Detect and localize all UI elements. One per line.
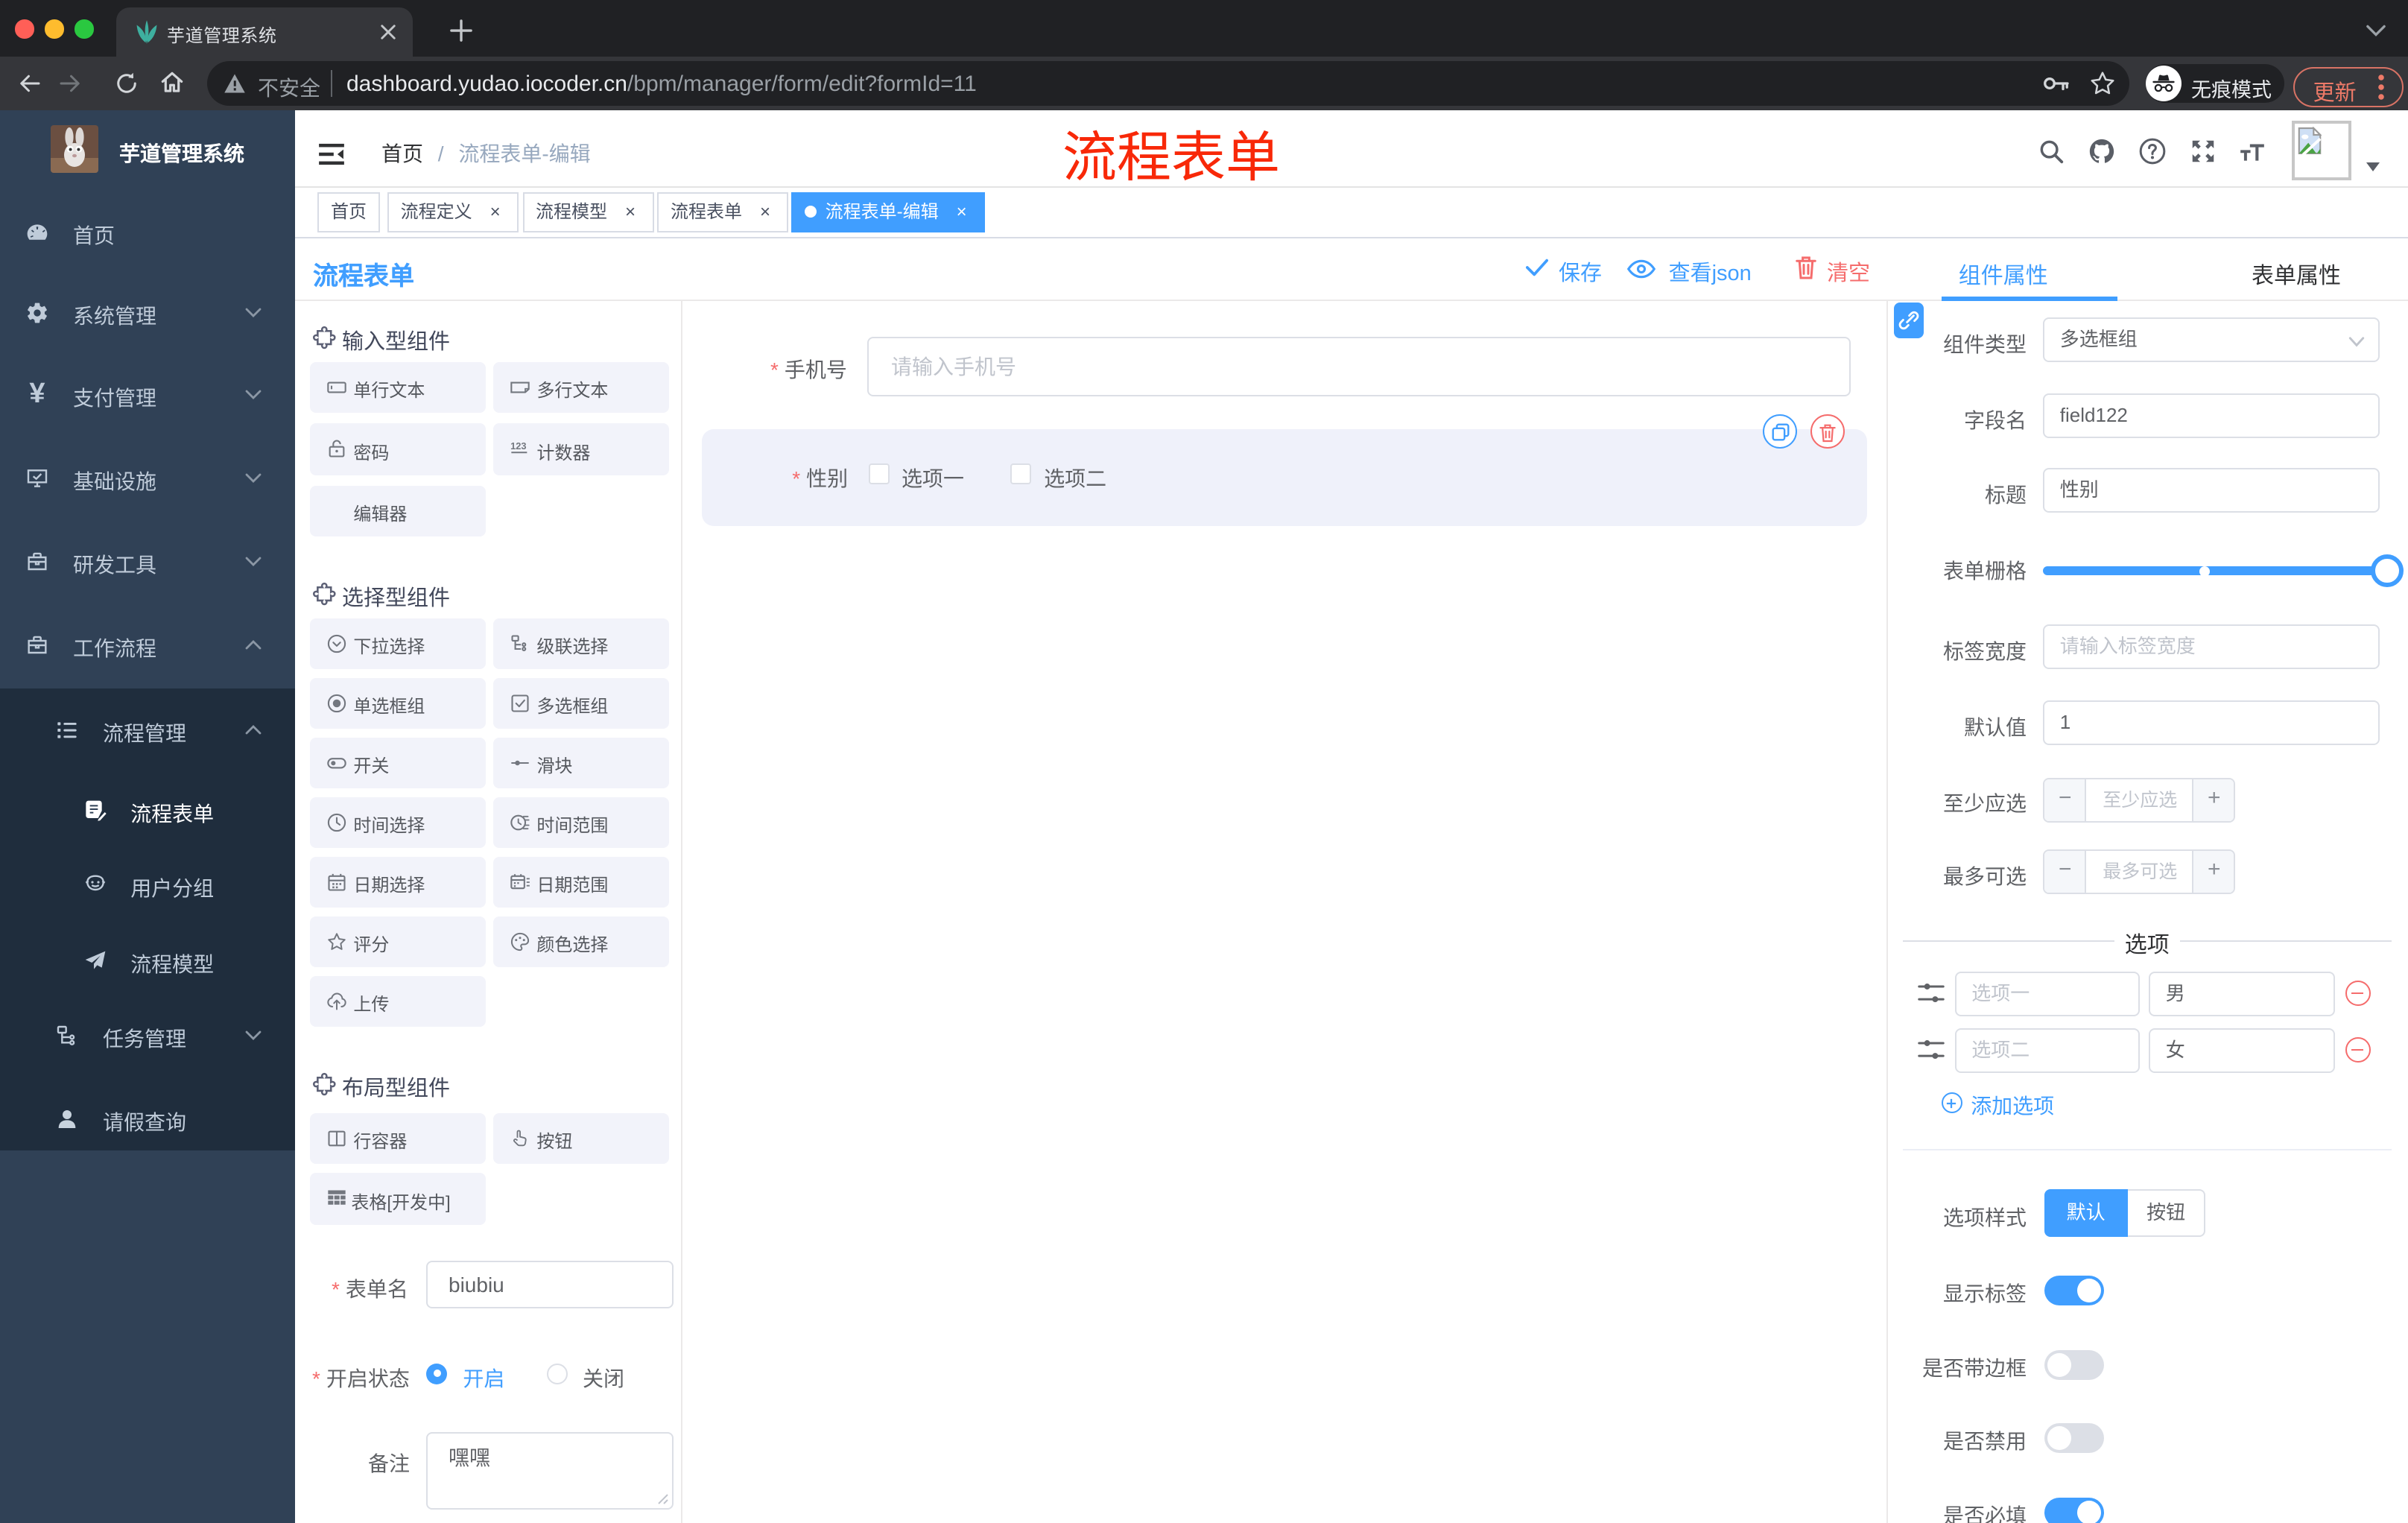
svg-text:123: 123 (510, 441, 526, 452)
